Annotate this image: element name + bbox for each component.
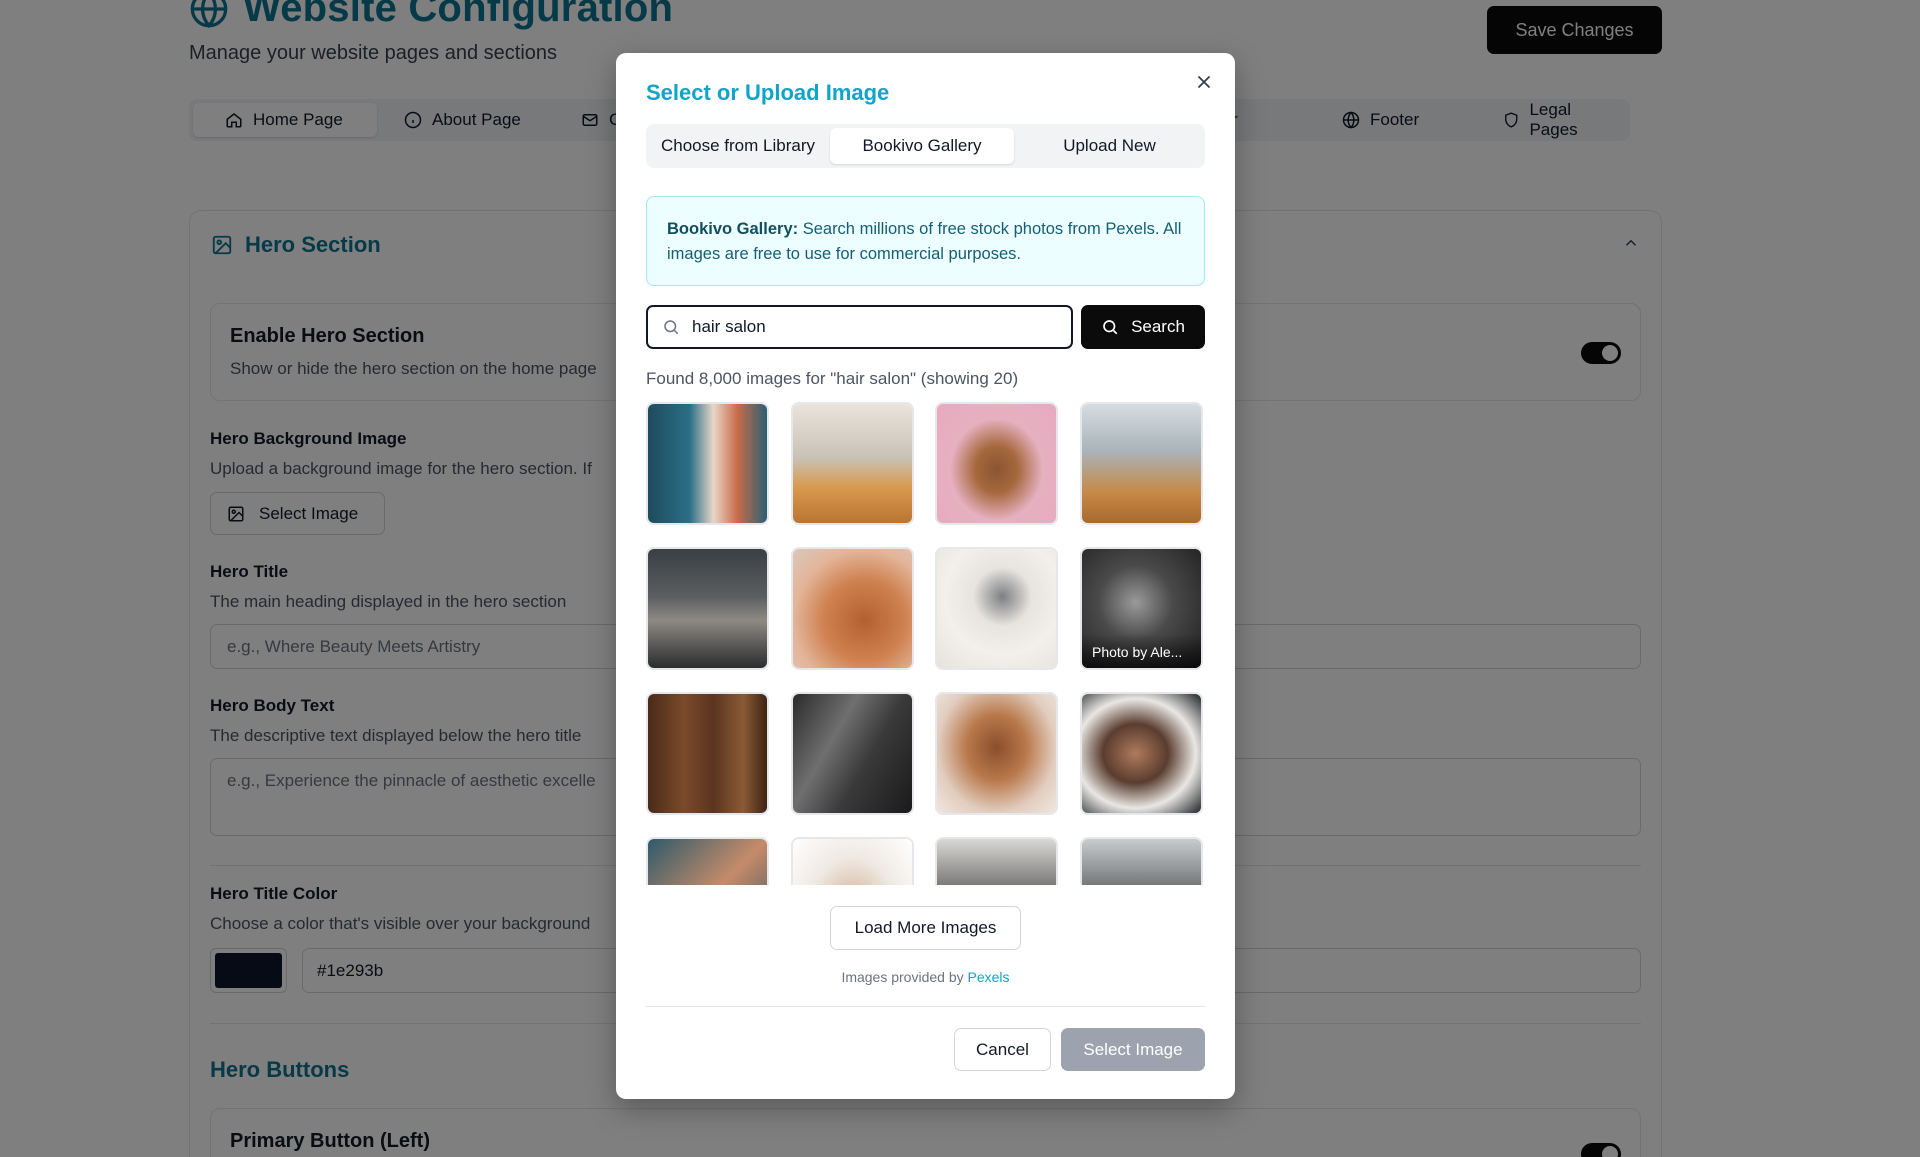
credit-text: Images provided by xyxy=(841,969,968,985)
modal-title: Select or Upload Image xyxy=(646,80,890,105)
search-button[interactable]: Search xyxy=(1081,305,1205,349)
close-icon[interactable] xyxy=(1193,71,1215,93)
gallery-image[interactable] xyxy=(1080,692,1203,815)
gallery-image[interactable] xyxy=(935,402,1058,525)
select-image-confirm-button[interactable]: Select Image xyxy=(1061,1028,1205,1071)
image-grid: Photo by Ale... xyxy=(646,402,1208,885)
gallery-image[interactable]: Photo by Ale... xyxy=(1080,547,1203,670)
results-count: Found 8,000 images for "hair salon" (sho… xyxy=(646,369,1019,388)
tab-choose-from-library[interactable]: Choose from Library xyxy=(650,128,826,164)
tab-upload-new[interactable]: Upload New xyxy=(1018,128,1201,164)
search-icon xyxy=(1103,320,1118,335)
tab-bookivo-gallery[interactable]: Bookivo Gallery xyxy=(830,128,1014,164)
gallery-image[interactable] xyxy=(1080,402,1203,525)
gallery-info-box: Bookivo Gallery: Search millions of free… xyxy=(646,196,1205,286)
pexels-credit: Images provided by Pexels xyxy=(616,969,1235,985)
gallery-image[interactable] xyxy=(646,837,769,885)
gallery-image[interactable] xyxy=(646,547,769,670)
modal-tabs: Choose from Library Bookivo Gallery Uplo… xyxy=(646,124,1205,168)
gallery-image[interactable] xyxy=(791,692,914,815)
search-input[interactable] xyxy=(692,317,1052,337)
gallery-image[interactable] xyxy=(935,692,1058,815)
gallery-image[interactable] xyxy=(935,837,1058,885)
pexels-link[interactable]: Pexels xyxy=(968,969,1010,985)
gallery-image[interactable] xyxy=(791,837,914,885)
gallery-image[interactable] xyxy=(935,547,1058,670)
image-picker-modal: Select or Upload Image Choose from Libra… xyxy=(616,53,1235,1099)
search-button-label: Search xyxy=(1131,317,1185,336)
gallery-image[interactable] xyxy=(791,402,914,525)
search-field[interactable] xyxy=(646,305,1073,349)
cancel-button[interactable]: Cancel xyxy=(954,1028,1051,1071)
gallery-image[interactable] xyxy=(791,547,914,670)
gallery-image[interactable] xyxy=(1080,837,1203,885)
info-bold: Bookivo Gallery: xyxy=(667,220,799,238)
search-icon xyxy=(664,320,679,335)
gallery-image[interactable] xyxy=(646,402,769,525)
gallery-image[interactable] xyxy=(646,692,769,815)
image-caption: Photo by Ale... xyxy=(1082,634,1201,668)
load-more-button[interactable]: Load More Images xyxy=(830,906,1021,950)
divider xyxy=(646,1006,1205,1007)
